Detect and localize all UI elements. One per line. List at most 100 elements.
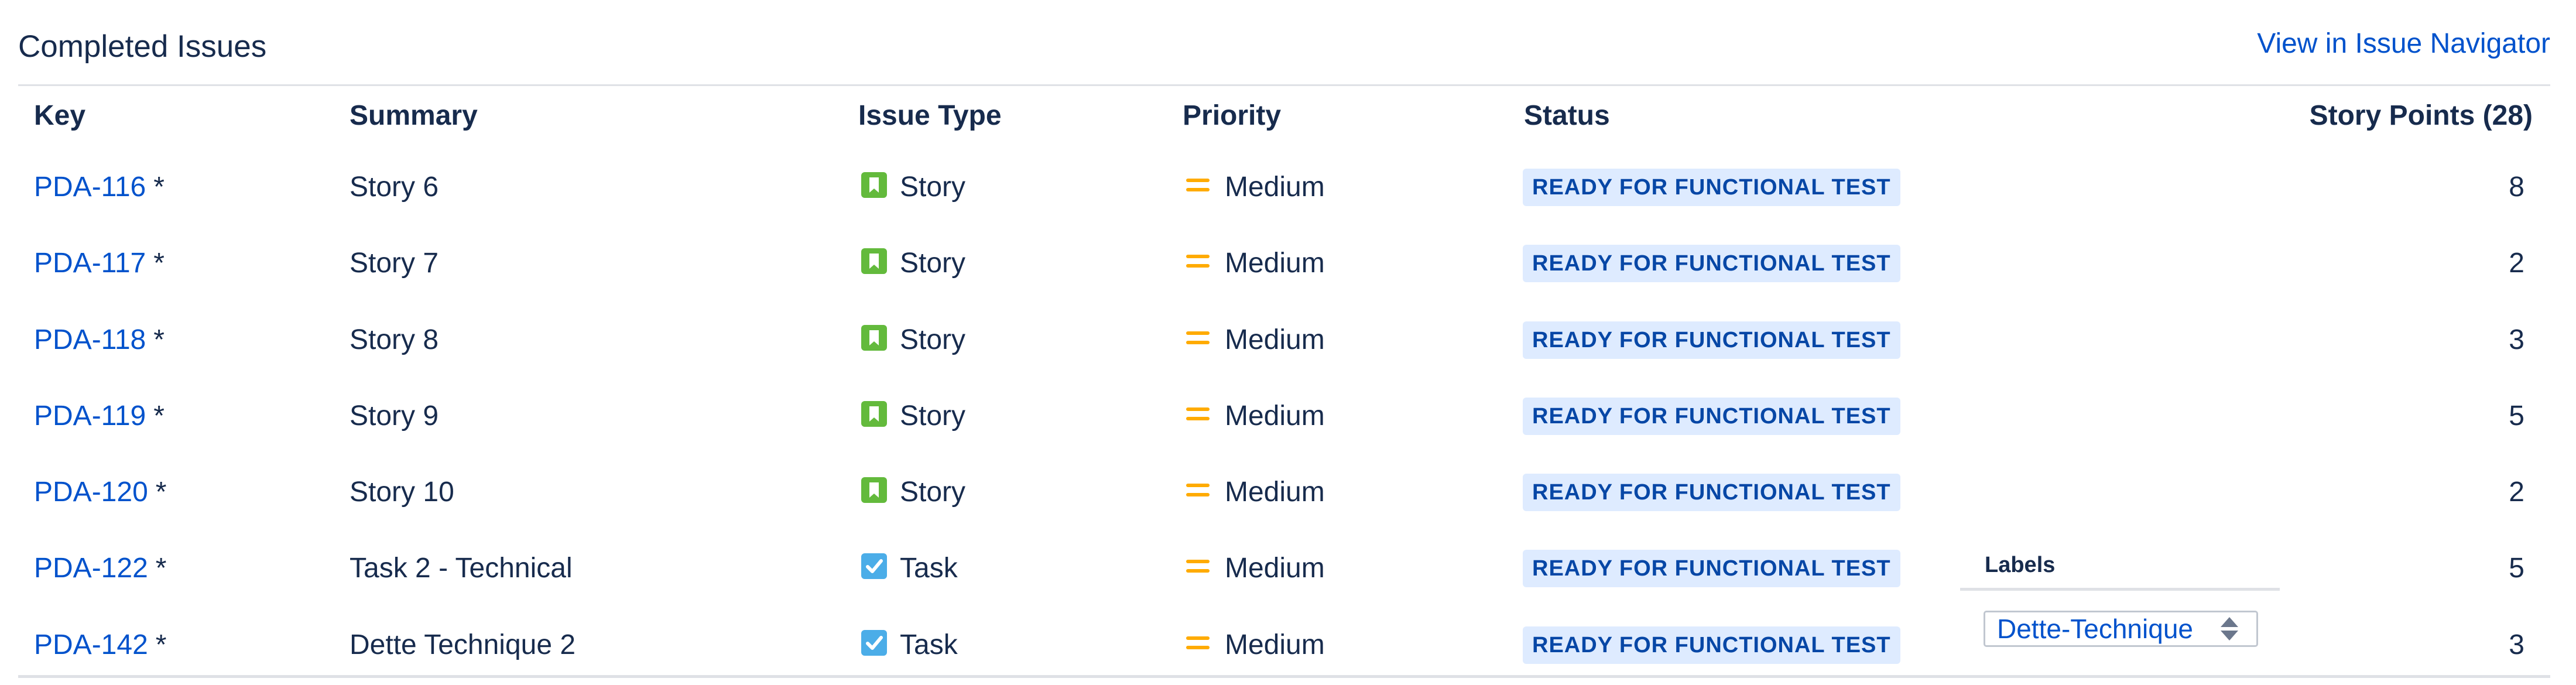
issue-type-label: Story [900, 247, 966, 279]
column-header-priority[interactable]: Priority [1183, 98, 1281, 133]
priority-label: Medium [1225, 552, 1325, 584]
priority-medium-icon [1185, 400, 1211, 426]
table-row: PDA-119 * Story 9 Story Medium READY FOR FUNC… [18, 378, 2550, 454]
issue-summary: Dette Technique 2 [350, 629, 576, 660]
select-updown-icon [2221, 617, 2238, 641]
issue-key-link[interactable]: PDA-117 [34, 246, 146, 281]
column-header-key[interactable]: Key [34, 98, 85, 133]
story-points: 2 [2509, 476, 2524, 508]
priority-label: Medium [1225, 400, 1325, 431]
issue-key-cell: PDA-117 * [34, 225, 165, 301]
task-icon [861, 629, 887, 656]
labels-select[interactable]: Dette-Technique [1984, 611, 2258, 647]
issue-summary: Story 6 [350, 171, 439, 203]
status-badge: READY FOR FUNCTIONAL TEST [1523, 244, 1900, 282]
issue-type-label: Story [900, 171, 966, 203]
header-divider [18, 84, 2550, 86]
issue-type-cell: Story [861, 378, 965, 454]
story-points: 3 [2509, 324, 2524, 355]
status-cell: READY FOR FUNCTIONAL TEST [1523, 454, 1900, 530]
column-header-story-points[interactable]: Story Points (28) [2310, 98, 2533, 133]
table-row: PDA-122 * Task 2 - Technical Task Medium READ… [18, 530, 2550, 606]
status-badge: READY FOR FUNCTIONAL TEST [1523, 168, 1900, 206]
issue-summary: Story 8 [350, 324, 439, 355]
priority-cell: Medium [1185, 530, 1325, 606]
story-points: 2 [2509, 247, 2524, 279]
labels-heading: Labels [1985, 553, 2056, 577]
page-title: Completed Issues [18, 29, 267, 64]
issue-key-link[interactable]: PDA-116 [34, 170, 146, 205]
column-header-status[interactable]: Status [1524, 98, 1610, 133]
issue-key-link[interactable]: PDA-119 [34, 399, 146, 434]
issue-key-cell: PDA-116 * [34, 149, 165, 225]
priority-label: Medium [1225, 476, 1325, 508]
status-badge: READY FOR FUNCTIONAL TEST [1523, 549, 1900, 587]
status-cell: READY FOR FUNCTIONAL TEST [1523, 607, 1900, 683]
story-points: 5 [2509, 552, 2524, 584]
issue-key-cell: PDA-142 * [34, 607, 166, 683]
issue-added-marker: * [155, 629, 167, 660]
issue-key-link[interactable]: PDA-122 [34, 551, 148, 586]
story-icon [861, 477, 887, 503]
column-header-summary[interactable]: Summary [350, 98, 478, 133]
table-row: PDA-118 * Story 8 Story Medium READY FOR FUNC… [18, 302, 2550, 378]
priority-cell: Medium [1185, 302, 1325, 378]
issue-key-link[interactable]: PDA-120 [34, 475, 148, 510]
status-badge: READY FOR FUNCTIONAL TEST [1523, 473, 1900, 511]
priority-cell: Medium [1185, 607, 1325, 683]
column-header-issue-type[interactable]: Issue Type [858, 98, 1002, 133]
priority-cell: Medium [1185, 225, 1325, 301]
status-cell: READY FOR FUNCTIONAL TEST [1523, 302, 1900, 378]
issue-added-marker: * [155, 476, 167, 508]
issue-summary: Story 10 [350, 476, 454, 508]
issue-key-link[interactable]: PDA-142 [34, 628, 148, 663]
status-cell: READY FOR FUNCTIONAL TEST [1523, 225, 1900, 301]
issue-added-marker: * [153, 247, 165, 279]
issue-key-cell: PDA-120 * [34, 454, 166, 530]
issue-type-cell: Task [861, 530, 958, 606]
issue-added-marker: * [155, 552, 167, 584]
labels-select-value: Dette-Technique [1997, 614, 2193, 644]
issue-key-link[interactable]: PDA-118 [34, 323, 146, 358]
status-cell: READY FOR FUNCTIONAL TEST [1523, 149, 1900, 225]
status-cell: READY FOR FUNCTIONAL TEST [1523, 530, 1900, 606]
issue-type-label: Story [900, 476, 966, 508]
story-icon [861, 400, 887, 427]
issue-type-label: Task [900, 552, 958, 584]
issue-summary: Story 7 [350, 247, 439, 279]
story-icon [861, 172, 887, 198]
priority-label: Medium [1225, 324, 1325, 355]
priority-medium-icon [1185, 629, 1211, 655]
issue-type-cell: Task [861, 607, 958, 683]
issue-type-label: Story [900, 324, 966, 355]
story-icon [861, 248, 887, 274]
priority-medium-icon [1185, 324, 1211, 350]
issue-added-marker: * [153, 400, 165, 431]
story-points: 8 [2509, 171, 2524, 203]
priority-cell: Medium [1185, 149, 1325, 225]
priority-label: Medium [1225, 247, 1325, 279]
issue-added-marker: * [153, 324, 165, 355]
issue-type-cell: Story [861, 302, 965, 378]
issue-key-cell: PDA-118 * [34, 302, 165, 378]
issue-type-label: Story [900, 400, 966, 431]
view-in-issue-navigator-link[interactable]: View in Issue Navigator [2257, 23, 2550, 64]
status-badge: READY FOR FUNCTIONAL TEST [1523, 626, 1900, 664]
issue-key-cell: PDA-119 * [34, 378, 165, 454]
story-points: 5 [2509, 400, 2524, 431]
status-badge: READY FOR FUNCTIONAL TEST [1523, 321, 1900, 359]
priority-label: Medium [1225, 629, 1325, 660]
priority-cell: Medium [1185, 378, 1325, 454]
issue-type-cell: Story [861, 454, 965, 530]
task-icon [861, 553, 887, 579]
table-bottom-divider [18, 675, 2550, 678]
story-icon [861, 324, 887, 351]
issue-type-cell: Story [861, 149, 965, 225]
issue-key-cell: PDA-122 * [34, 530, 166, 606]
priority-cell: Medium [1185, 454, 1325, 530]
table-row: PDA-120 * Story 10 Story Medium READY FOR FUN… [18, 454, 2550, 530]
status-cell: READY FOR FUNCTIONAL TEST [1523, 378, 1900, 454]
priority-medium-icon [1185, 553, 1211, 578]
issue-added-marker: * [153, 171, 165, 203]
status-badge: READY FOR FUNCTIONAL TEST [1523, 397, 1900, 435]
